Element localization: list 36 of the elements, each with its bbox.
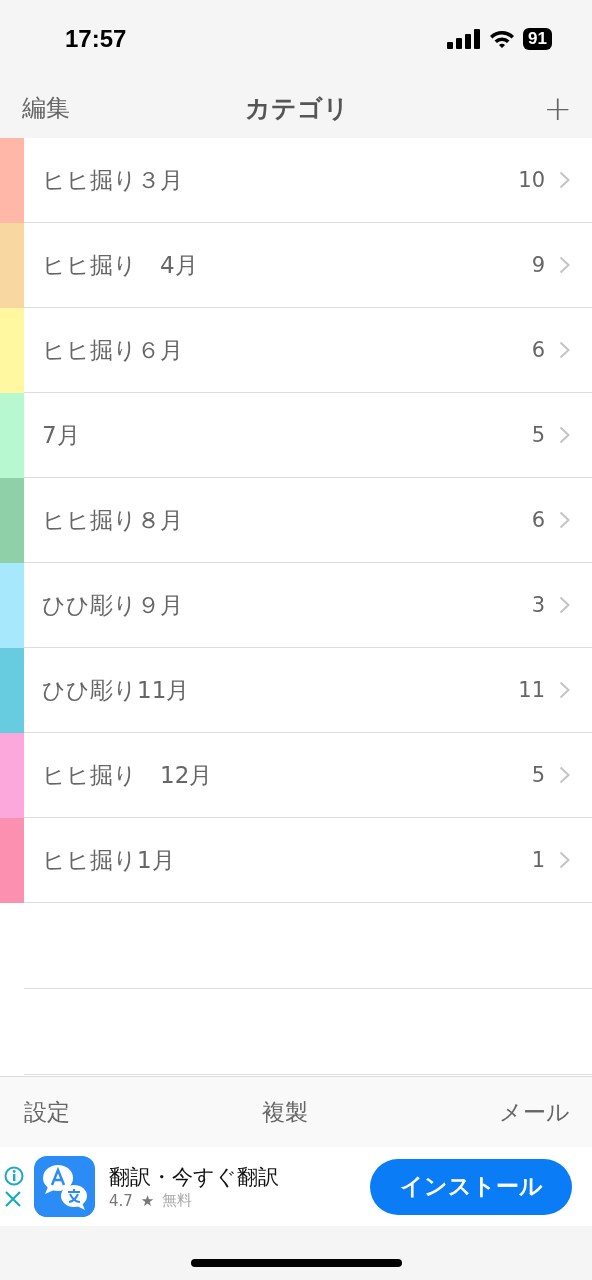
info-icon[interactable] [4,1165,24,1186]
toolbar-button[interactable]: メール [499,1096,570,1128]
chevron-icon [559,511,570,529]
chevron-icon [559,171,570,189]
edit-button[interactable]: 編集 [22,92,70,124]
install-button[interactable]: インストール [370,1158,572,1215]
chevron-icon [559,766,570,784]
item-count: 5 [531,763,545,787]
clock: 17:57 [65,25,127,53]
item-count: 5 [531,423,545,447]
item-count: 3 [531,593,545,617]
star-icon: ★ [140,1191,155,1210]
chevron-icon [559,426,570,444]
chevron-icon [559,851,570,869]
add-button[interactable]: + [543,91,572,125]
screen-title: カテゴリ [245,92,349,125]
item-count: 10 [518,168,545,192]
chevron-icon [559,256,570,274]
close-icon[interactable] [4,1189,22,1208]
item-count: 6 [531,338,545,362]
toolbar-button[interactable]: 複製 [261,1096,308,1128]
price: 無料 [162,1191,193,1210]
app-icon [34,1156,95,1217]
item-count: 6 [531,508,545,532]
item-count: 1 [531,848,545,872]
chevron-icon [559,341,570,359]
signal-icon [447,29,482,49]
chevron-icon [559,596,570,614]
battery-icon: 91 [523,28,552,50]
app-name: 翻訳・今すぐ翻訳 [109,1164,280,1191]
item-count: 9 [531,253,545,277]
chevron-icon [559,681,570,699]
rating: 4.7 [109,1191,133,1210]
wifi-icon [489,29,516,49]
toolbar-button[interactable]: 設定 [24,1096,70,1128]
item-count: 11 [518,678,545,702]
